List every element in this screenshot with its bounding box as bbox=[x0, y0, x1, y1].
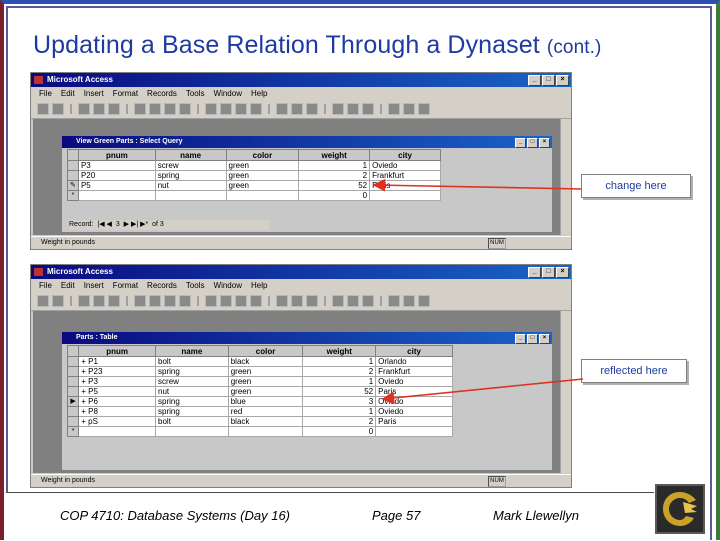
arrow-to-changed-cell bbox=[372, 178, 582, 192]
ucf-pegasus-logo bbox=[655, 484, 705, 534]
footer-page-number: Page 57 bbox=[372, 508, 421, 523]
arrow-to-reflected-cell bbox=[381, 378, 584, 405]
footer-course: COP 4710: Database Systems (Day 16) bbox=[60, 508, 291, 523]
footer-author: Mark Llewellyn bbox=[493, 508, 579, 523]
pegasus-logo-icon bbox=[663, 492, 697, 526]
callout-arrows bbox=[372, 178, 584, 405]
